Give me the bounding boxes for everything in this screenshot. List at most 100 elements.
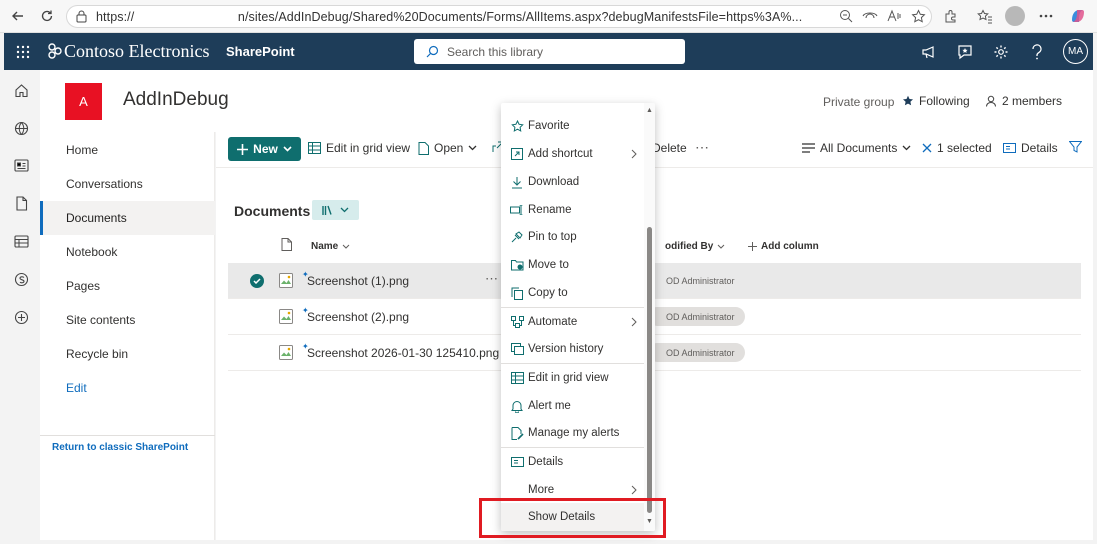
zoom-icon[interactable] — [836, 6, 856, 26]
edit-grid-label: Edit in grid view — [326, 141, 411, 155]
refresh-icon[interactable] — [37, 6, 57, 26]
file-name[interactable]: Screenshot (1).png — [307, 274, 409, 288]
selected-count: 1 selected — [937, 141, 992, 155]
menu-item-details[interactable]: Details — [501, 448, 644, 476]
image-file-icon — [279, 273, 293, 288]
modified-by-badge[interactable]: OD Administrator — [648, 343, 745, 362]
read-aloud-icon[interactable] — [884, 6, 904, 26]
home-icon[interactable] — [12, 81, 30, 99]
menu-item-favorite[interactable]: Favorite — [501, 112, 644, 140]
site-navigation: Home Conversations Documents Notebook Pa… — [40, 132, 215, 540]
nav-item-site-contents[interactable]: Site contents — [40, 303, 215, 337]
sharepoint-icon[interactable] — [12, 270, 30, 288]
nav-item-notebook[interactable]: Notebook — [40, 235, 215, 269]
document-icon[interactable] — [12, 194, 30, 212]
chevron-down-icon — [340, 207, 349, 213]
list-icon[interactable] — [12, 232, 30, 250]
file-name[interactable]: Screenshot 2026-01-30 125410.png — [307, 346, 499, 360]
delete-button[interactable]: Delete — [652, 141, 687, 155]
menu-item-label: Rename — [528, 204, 572, 216]
follow-button[interactable]: Following — [902, 94, 970, 108]
app-launcher-icon[interactable] — [12, 41, 34, 63]
app-rail — [4, 70, 39, 540]
library-view-button[interactable] — [312, 200, 359, 220]
history-icon — [510, 342, 524, 356]
globe-icon[interactable] — [12, 119, 30, 137]
menu-item-move-to[interactable]: Move to — [501, 251, 644, 279]
menu-item-alert-me[interactable]: Alert me — [501, 392, 644, 420]
row-checkmark-icon[interactable] — [250, 274, 264, 288]
search-placeholder: Search this library — [447, 44, 544, 59]
modified-by-badge[interactable]: OD Administrator — [648, 307, 745, 326]
view-lines-icon — [802, 143, 815, 153]
more-commands-icon[interactable]: ⋯ — [695, 139, 709, 156]
search-input[interactable]: Search this library — [414, 39, 685, 64]
return-classic-link[interactable]: Return to classic SharePoint — [52, 442, 188, 453]
move-icon — [510, 258, 524, 272]
brand-name[interactable]: Contoso Electronics — [48, 41, 209, 62]
back-icon[interactable] — [8, 6, 28, 26]
megaphone-icon[interactable] — [918, 41, 940, 63]
privacy-label: Private group — [823, 95, 895, 109]
menu-item-add-shortcut[interactable]: Add shortcut — [501, 140, 644, 168]
filter-icon[interactable] — [1069, 141, 1082, 153]
menu-scrollbar[interactable]: ▲ ▼ — [644, 103, 655, 531]
manage-alerts-icon — [510, 426, 524, 440]
suite-bar: Contoso Electronics SharePoint Search th… — [4, 33, 1093, 70]
search-icon — [426, 45, 439, 58]
help-icon[interactable] — [1026, 41, 1048, 63]
menu-item-version-history[interactable]: Version history — [501, 335, 644, 363]
chevron-down-icon — [342, 244, 350, 249]
site-title[interactable]: AddInDebug — [123, 89, 229, 111]
menu-item-label: Download — [528, 176, 580, 188]
column-name-label: Name — [311, 241, 339, 252]
new-button[interactable]: New — [228, 137, 301, 161]
edit-grid-button[interactable]: Edit in grid view — [308, 141, 410, 155]
site-info-icon[interactable] — [75, 10, 88, 23]
feedback-icon[interactable] — [954, 41, 976, 63]
library-icon — [322, 205, 334, 216]
menu-item-pin-to-top[interactable]: Pin to top — [501, 223, 644, 251]
modified-by-badge[interactable]: OD Administrator — [648, 271, 745, 290]
file-type-header-icon[interactable] — [281, 238, 292, 251]
menu-item-edit-grid[interactable]: Edit in grid view — [501, 364, 644, 392]
news-icon[interactable] — [12, 156, 30, 174]
nav-item-home[interactable]: Home — [40, 133, 215, 167]
open-button[interactable]: Open — [418, 141, 477, 155]
menu-item-automate[interactable]: Automate — [501, 308, 644, 336]
favorites-list-icon[interactable] — [975, 6, 995, 26]
file-name[interactable]: Screenshot (2).png — [307, 310, 409, 324]
scroll-up-icon[interactable]: ▲ — [646, 107, 653, 114]
view-selector[interactable]: All Documents — [802, 141, 911, 155]
favorite-star-icon[interactable] — [908, 6, 928, 26]
column-modified-by[interactable]: odified By — [665, 241, 725, 252]
extensions-icon[interactable] — [940, 6, 960, 26]
scrollbar-thumb[interactable] — [647, 227, 652, 513]
details-pane-button[interactable]: Details — [1003, 141, 1058, 155]
user-avatar[interactable]: MA — [1063, 39, 1088, 64]
nav-item-pages[interactable]: Pages — [40, 269, 215, 303]
copilot-icon[interactable] — [1068, 6, 1088, 26]
nav-edit-link[interactable]: Edit — [40, 371, 215, 405]
clear-selection-button[interactable]: 1 selected — [922, 141, 992, 155]
menu-item-manage-alerts[interactable]: Manage my alerts — [501, 419, 644, 447]
nav-item-documents[interactable]: Documents — [40, 201, 215, 235]
tracking-icon[interactable] — [860, 6, 880, 26]
add-column-button[interactable]: Add column — [748, 241, 819, 252]
menu-item-download[interactable]: Download — [501, 168, 644, 196]
profile-avatar[interactable] — [1005, 6, 1025, 26]
nav-item-recycle-bin[interactable]: Recycle bin — [40, 337, 215, 371]
site-logo[interactable]: A — [65, 83, 102, 120]
library-title[interactable]: Documents — [234, 203, 310, 219]
create-icon[interactable] — [12, 308, 30, 326]
menu-item-copy-to[interactable]: Copy to — [501, 279, 644, 307]
column-name[interactable]: Name — [311, 241, 350, 252]
settings-gear-icon[interactable] — [990, 41, 1012, 63]
address-bar[interactable]: https:// n/sites/AddInDebug/Shared%20Doc… — [66, 5, 932, 28]
row-more-icon[interactable]: ⋯ — [485, 271, 499, 287]
menu-item-rename[interactable]: Rename — [501, 196, 644, 224]
app-name[interactable]: SharePoint — [226, 44, 295, 59]
members-button[interactable]: 2 members — [985, 94, 1062, 108]
nav-item-conversations[interactable]: Conversations — [40, 167, 215, 201]
more-icon[interactable] — [1036, 6, 1056, 26]
